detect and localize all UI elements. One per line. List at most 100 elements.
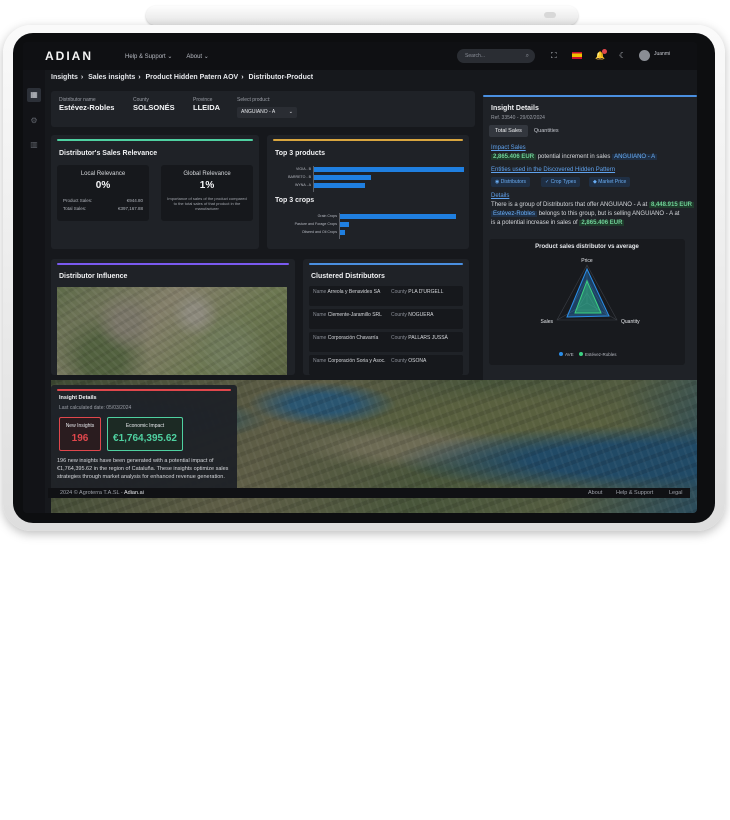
insight-ref: Ref. 33540 - 29/02/2024 bbox=[491, 115, 545, 121]
details-text-3: is a potential increase in sales of bbox=[491, 220, 578, 226]
crop-bar[interactable] bbox=[340, 214, 456, 219]
impact-text: potential increment in sales bbox=[537, 154, 611, 160]
chevron-down-icon: ⌄ bbox=[288, 109, 293, 115]
product-label: WYNA - A bbox=[295, 183, 311, 187]
sidebar: ▦ ⚙ ▥ bbox=[23, 70, 45, 513]
footer-copyright: 2024 © Agroterra T.A.SL - Adian.ai bbox=[60, 490, 144, 496]
search-placeholder: Search... bbox=[465, 53, 486, 59]
user-name[interactable]: Juanmi bbox=[654, 51, 670, 57]
overlay-description: 196 new insights have been generated wit… bbox=[57, 458, 229, 480]
product-sales-value: €944.80 bbox=[126, 198, 143, 203]
details-price: 8,448.915 EUR bbox=[648, 202, 694, 208]
breadcrumb-sales-insights[interactable]: Sales insights bbox=[88, 74, 135, 81]
nav-about[interactable]: About ⌄ bbox=[186, 53, 208, 60]
table-row[interactable]: Name Corporación Chavarría County PALLARS… bbox=[309, 332, 463, 352]
moon-icon[interactable]: ☾ bbox=[619, 50, 626, 62]
spanish-flag-icon[interactable] bbox=[572, 52, 582, 59]
crop-bar[interactable] bbox=[340, 222, 350, 227]
row-county-value: PLA D'URGELL bbox=[408, 289, 444, 295]
row-county: County NOGUERA bbox=[391, 312, 434, 318]
chip-crop-types-label: Crop Types bbox=[550, 179, 577, 185]
fullscreen-icon[interactable]: ⛶ bbox=[551, 50, 557, 62]
row-name-key: Name bbox=[313, 335, 327, 341]
footer-brand-link[interactable]: Adian.ai bbox=[124, 490, 144, 496]
legend-distributor[interactable]: Estévez-Robles bbox=[585, 352, 617, 357]
chip-market-price[interactable]: ◆ Market Price bbox=[589, 177, 631, 187]
insight-details-title: Insight Details bbox=[491, 105, 539, 112]
economic-impact-value: €1,764,395.62 bbox=[113, 433, 177, 444]
card-accent-bar bbox=[483, 95, 697, 97]
row-county-key: County bbox=[391, 358, 407, 364]
row-county: County OSONA bbox=[391, 358, 426, 364]
total-sales-value: €397,167.88 bbox=[117, 206, 143, 211]
insight-tabs: Total Sales Quantities bbox=[489, 125, 565, 137]
chip-crop-types[interactable]: ✓ Crop Types bbox=[541, 177, 581, 187]
county-value: SOLSONÉS bbox=[133, 103, 175, 112]
product-bar[interactable] bbox=[314, 167, 464, 172]
details-increase: 2,865.406 EUR bbox=[579, 220, 625, 226]
row-name-value: Corporación Soria y Asoc. bbox=[327, 358, 386, 364]
footer-about[interactable]: About bbox=[588, 490, 602, 496]
row-county-value: PALLARS JUSSÀ bbox=[408, 335, 448, 341]
row-county-key: County bbox=[391, 335, 407, 341]
building-icon[interactable]: ▥ bbox=[27, 138, 41, 152]
chip-distributors-label: Distributors bbox=[500, 179, 527, 185]
details-line-1: There is a group of Distributors that of… bbox=[491, 202, 694, 208]
nav-help-support[interactable]: Help & Support ⌄ bbox=[125, 53, 172, 60]
row-name-key: Name bbox=[313, 358, 327, 364]
avatar[interactable] bbox=[639, 50, 650, 61]
tab-quantities[interactable]: Quantities bbox=[528, 125, 565, 137]
card-accent-bar bbox=[57, 139, 253, 141]
row-name-value: Arreola y Benavides SA bbox=[327, 289, 381, 295]
influence-title: Distributor Influence bbox=[59, 273, 128, 280]
crop-label: Pasture and Forage Crops bbox=[294, 222, 337, 226]
row-name-key: Name bbox=[313, 289, 327, 295]
tab-total-sales[interactable]: Total Sales bbox=[489, 125, 528, 137]
impact-product: ANGUIANO - A bbox=[612, 154, 658, 160]
chip-distributors[interactable]: ◉ Distributors bbox=[491, 177, 531, 187]
card-accent-bar bbox=[273, 139, 463, 141]
top-products-card: Top 3 products VIGIA - B BARRETO - B WYNA … bbox=[267, 135, 469, 249]
impact-sales-link[interactable]: Impact Sales bbox=[491, 145, 526, 151]
entities-link[interactable]: Entities used in the Discovered Hidden P… bbox=[491, 167, 615, 173]
details-link[interactable]: Details bbox=[491, 193, 509, 199]
app-logo[interactable]: ADIAN bbox=[45, 49, 93, 63]
product-bar[interactable] bbox=[314, 183, 365, 188]
details-line-3: is a potential increase in sales of 2,86… bbox=[491, 220, 625, 226]
row-county-key: County bbox=[391, 289, 407, 295]
table-row[interactable]: Name Corporación Soria y Asoc. County OSO… bbox=[309, 355, 463, 375]
distributor-info-card: Distributor name Estévez-Robles County SOL… bbox=[51, 91, 475, 127]
search-input[interactable]: Search... ⌕ bbox=[457, 49, 535, 63]
product-select[interactable]: ANGUIANO - A ⌄ bbox=[237, 107, 297, 118]
relevance-title: Distributor's Sales Relevance bbox=[59, 150, 158, 157]
details-line-2: Estévez-Robles belongs to this group, bu… bbox=[491, 211, 679, 217]
crop-label: Oilseed and Oil Crops bbox=[301, 230, 337, 234]
row-name-value: Clemente-Jaramillo SRL bbox=[327, 312, 382, 318]
product-bar[interactable] bbox=[314, 175, 371, 180]
product-select-value: ANGUIANO - A bbox=[241, 109, 276, 115]
radar-label-sales: Sales bbox=[540, 319, 553, 325]
radar-label-quantity: Quantity bbox=[621, 319, 640, 325]
table-row[interactable]: Name Clemente-Jaramillo SRL County NOGUER… bbox=[309, 309, 463, 329]
global-relevance-value: 1% bbox=[199, 180, 215, 191]
grid-icon[interactable]: ▦ bbox=[27, 88, 41, 102]
breadcrumb-insights[interactable]: Insights bbox=[51, 74, 78, 81]
crop-bar[interactable] bbox=[340, 230, 345, 235]
row-county-key: County bbox=[391, 312, 407, 318]
tablet-frame: ADIAN Help & Support ⌄ About ⌄ Search...… bbox=[3, 25, 725, 531]
local-relevance-title: Local Relevance bbox=[80, 171, 126, 177]
product-label: VIGIA - B bbox=[296, 167, 311, 171]
legend-ave[interactable]: AVE bbox=[565, 352, 574, 357]
insight-summary-overlay: Insight Details Last calculated date: 05… bbox=[51, 385, 237, 497]
table-row[interactable]: Name Arreola y Benavides SA County PLA D'… bbox=[309, 286, 463, 306]
footer-copyright-text: 2024 © Agroterra T.A.SL - bbox=[60, 490, 124, 496]
economic-impact-box: Economic Impact €1,764,395.62 bbox=[107, 417, 183, 451]
overlay-date: Last calculated date: 05/03/2024 bbox=[59, 405, 132, 411]
breadcrumb-pattern[interactable]: Product Hidden Patern AOV bbox=[146, 74, 239, 81]
gear-icon[interactable]: ⚙ bbox=[27, 114, 41, 128]
footer-help[interactable]: Help & Support bbox=[616, 490, 653, 496]
row-name: Name Clemente-Jaramillo SRL bbox=[313, 312, 387, 319]
local-relevance-box: Local Relevance 0% Product Sales: €944.8… bbox=[57, 165, 149, 221]
influence-map[interactable] bbox=[57, 287, 287, 375]
footer-legal[interactable]: Legal bbox=[669, 490, 682, 496]
